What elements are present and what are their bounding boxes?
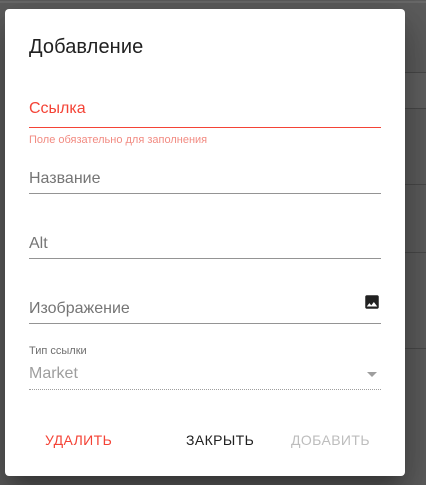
name-field[interactable]: Название (29, 167, 381, 207)
link-field-label: Ссылка (29, 100, 86, 117)
alt-field[interactable]: Alt (29, 232, 381, 272)
name-field-underline (29, 193, 381, 194)
image-field-label: Изображение (29, 300, 130, 317)
alt-field-underline (29, 258, 381, 259)
link-type-value: Market (29, 365, 78, 382)
image-field-underline (29, 323, 381, 324)
link-field[interactable]: Ссылка Поле обязательно для заполнения (29, 97, 381, 147)
link-type-select[interactable]: Тип ссылки Market (29, 343, 381, 391)
link-type-underline (29, 389, 381, 390)
link-field-error: Поле обязательно для заполнения (29, 134, 208, 146)
name-field-label: Название (29, 170, 101, 187)
backdrop-row (405, 72, 426, 108)
dialog-title: Добавление (29, 36, 144, 58)
image-icon[interactable] (363, 293, 381, 311)
image-field[interactable]: Изображение (29, 293, 381, 333)
alt-field-label: Alt (29, 235, 48, 252)
chevron-down-icon[interactable] (367, 372, 377, 377)
add-button[interactable]: ДОБАВИТЬ (291, 432, 370, 448)
link-field-underline (29, 127, 381, 128)
link-type-label: Тип ссылки (29, 345, 87, 357)
add-link-dialog: Добавление Ссылка Поле обязательно для з… (5, 9, 405, 476)
close-button[interactable]: ЗАКРЫТЬ (186, 432, 254, 448)
delete-button[interactable]: УДАЛИТЬ (45, 432, 112, 448)
